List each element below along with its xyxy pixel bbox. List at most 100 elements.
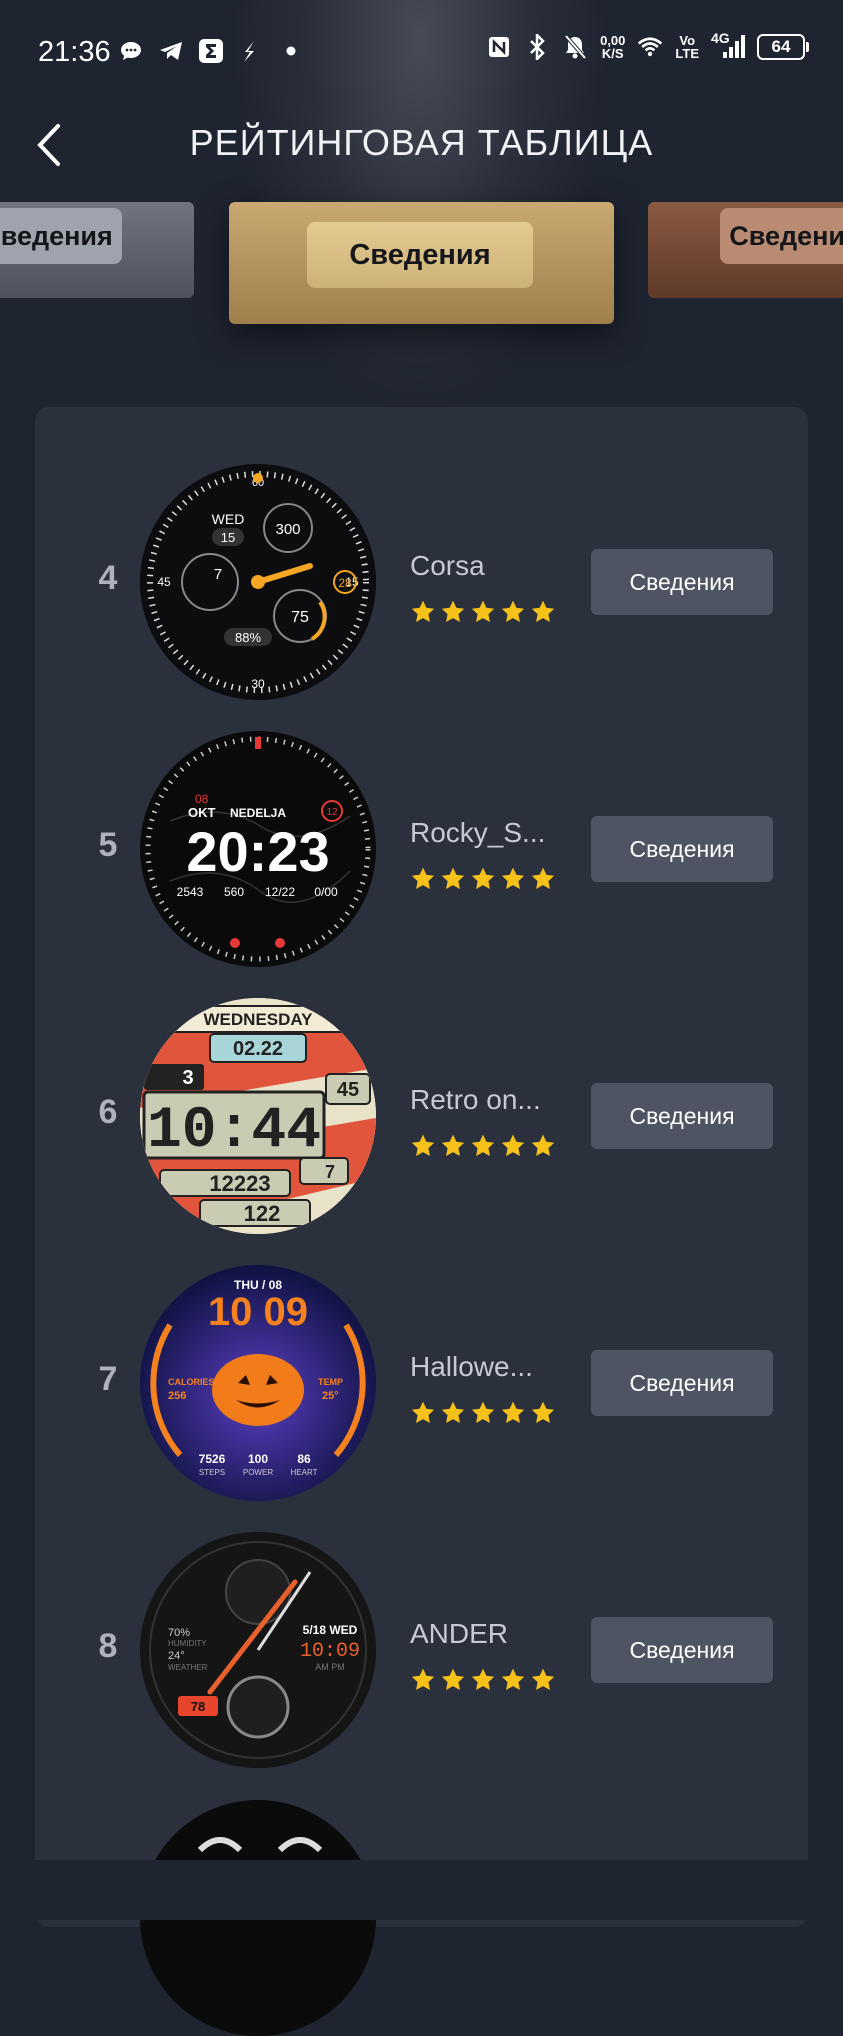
watch-face-retro: WEDNESDAY 02.22 3 10:44 45 7 12223 122 [140, 998, 376, 1234]
volte-indicator: Vo LTE [675, 34, 699, 60]
face-top-number: 3 [182, 1067, 193, 1089]
star-icon [471, 1134, 495, 1156]
star-icon [501, 867, 525, 889]
face-heart: 122 [244, 1201, 281, 1226]
face-value: 78 [191, 1699, 205, 1714]
face-value-2: 7 [214, 566, 222, 583]
telegram-icon [158, 38, 184, 64]
star-icon [531, 1134, 555, 1156]
rank-number: 7 [98, 1360, 118, 1398]
face-humidity-label: HUMIDITY [168, 1639, 207, 1648]
details-button[interactable]: Сведения [591, 1083, 773, 1149]
sigma-icon [198, 38, 224, 64]
details-button[interactable]: Сведения [591, 816, 773, 882]
watch-face-thumbnail[interactable]: THU / 08 10 09 CALORIES 256 TEMP 25° 752… [140, 1265, 376, 1501]
face-power: 100 [248, 1452, 268, 1466]
star-icon [501, 600, 525, 622]
watch-face-corsa: 60 30 45 15 WED 15 300 7 28 75 88% [142, 466, 374, 698]
watch-name: Hallowe... [410, 1351, 533, 1382]
face-date: 02.22 [233, 1038, 283, 1060]
rank-number: 4 [98, 559, 118, 597]
star-icon [441, 1668, 465, 1690]
watch-face-thumbnail[interactable]: WEDNESDAY 02.22 3 10:44 45 7 12223 122 [140, 998, 376, 1234]
star-icon [441, 867, 465, 889]
details-button[interactable]: Сведения [591, 549, 773, 615]
face-month: OKT [188, 805, 216, 820]
star-icon [471, 1401, 495, 1423]
list-item[interactable]: 7 THU / 08 10 09 CALORIES 256 TEMP 25° 7… [35, 1248, 808, 1515]
star-icon [531, 1401, 555, 1423]
svg-text:30: 30 [251, 677, 265, 691]
details-button[interactable]: Сведения [591, 1350, 773, 1416]
system-icons: 0,00 K/S Vo LTE 4G 64 [486, 30, 809, 61]
details-button[interactable]: Сведения [591, 1617, 773, 1683]
watch-face-ander: 70% HUMIDITY 24° WEATHER 5/18 WED 10:09 … [140, 1532, 376, 1768]
net-speed-unit: K/S [601, 46, 624, 61]
watch-name: Corsa [410, 550, 485, 581]
face-weather-label: WEATHER [168, 1663, 208, 1672]
star-icon [531, 1668, 555, 1690]
face-value-4: 0/00 [314, 885, 338, 899]
face-steps: 7526 [199, 1452, 226, 1466]
star-icon [411, 1401, 435, 1423]
face-temp: 7 [325, 1162, 335, 1182]
status-bar: 21:36 0,00 K/S Vo LTE 4G 64 [0, 0, 843, 100]
face-humidity: 70% [168, 1627, 190, 1639]
watch-face-thumbnail[interactable]: 60 30 45 15 WED 15 300 7 28 75 88% [140, 464, 376, 700]
face-ampm: AM PM [315, 1662, 345, 1672]
page-title: РЕЙТИНГОВАЯ ТАБЛИЦА [189, 122, 654, 163]
signal-icon: 4G [711, 30, 745, 60]
face-value-1: 2543 [177, 885, 204, 899]
face-value-1: 300 [275, 521, 300, 538]
face-temp: 24° [168, 1650, 185, 1662]
watch-face-thumbnail[interactable]: 08 OKT NEDELJA 12 20:23 2543 560 12/22 0… [140, 731, 376, 967]
face-day: WED [212, 511, 245, 527]
face-calories-label: CALORIES [168, 1377, 215, 1387]
volte-bottom: LTE [675, 46, 699, 61]
svg-text:08: 08 [195, 792, 209, 806]
star-rating [410, 1133, 556, 1159]
rank-number: 5 [98, 826, 118, 864]
list-item[interactable]: 4 60 30 45 15 WED 15 300 7 28 75 88% [35, 447, 808, 714]
face-value-3: 28 [338, 576, 352, 590]
star-rating [410, 1667, 556, 1693]
podium-third-place: Сведения [648, 202, 843, 298]
bell-muted-icon [562, 34, 588, 60]
list-item[interactable]: 8 70% HUMIDITY 24° WEATHER 5/18 WED 10:0… [35, 1515, 808, 1782]
face-temp-label: TEMP [318, 1377, 343, 1387]
star-icon [501, 1134, 525, 1156]
list-item[interactable]: 5 08 OKT NEDELJA 12 20:23 2543 560 12/22… [35, 714, 808, 981]
face-time: 10 09 [208, 1290, 308, 1334]
star-rating [410, 599, 556, 625]
star-icon [531, 867, 555, 889]
podium-left-details-button[interactable]: Сведения [0, 208, 122, 264]
star-icon [441, 1401, 465, 1423]
face-date: 5/18 WED [303, 1623, 358, 1637]
star-icon [411, 1668, 435, 1690]
watch-name: Retro on... [410, 1084, 541, 1115]
face-weekday: NEDELJA [230, 806, 286, 820]
message-bubble-icon [118, 38, 144, 64]
rank-number: 6 [98, 1093, 118, 1131]
podium-right-details-button[interactable]: Сведения [720, 208, 843, 264]
face-heart: 86 [297, 1452, 311, 1466]
podium-center-details-button[interactable]: Сведения [307, 222, 533, 288]
star-icon [411, 867, 435, 889]
star-icon [471, 867, 495, 889]
svg-text:45: 45 [157, 575, 171, 589]
dot-icon [278, 38, 304, 64]
face-day: WEDNESDAY [204, 1010, 314, 1029]
star-icon [411, 600, 435, 622]
svg-text:12: 12 [326, 807, 338, 818]
face-seconds: 45 [337, 1079, 359, 1101]
battery-indicator: 64 [757, 34, 809, 60]
face-value-4: 75 [291, 609, 309, 626]
face-battery: 88% [235, 630, 261, 645]
watch-face-thumbnail[interactable]: 70% HUMIDITY 24° WEATHER 5/18 WED 10:09 … [140, 1532, 376, 1768]
running-icon [238, 38, 264, 64]
star-icon [471, 1668, 495, 1690]
podium-second-place: Сведения [0, 202, 194, 298]
list-item[interactable]: 6 WEDNESDAY 02.22 3 10:44 45 7 12223 122… [35, 981, 808, 1248]
face-value-3: 12/22 [265, 885, 295, 899]
star-rating [410, 1400, 556, 1426]
